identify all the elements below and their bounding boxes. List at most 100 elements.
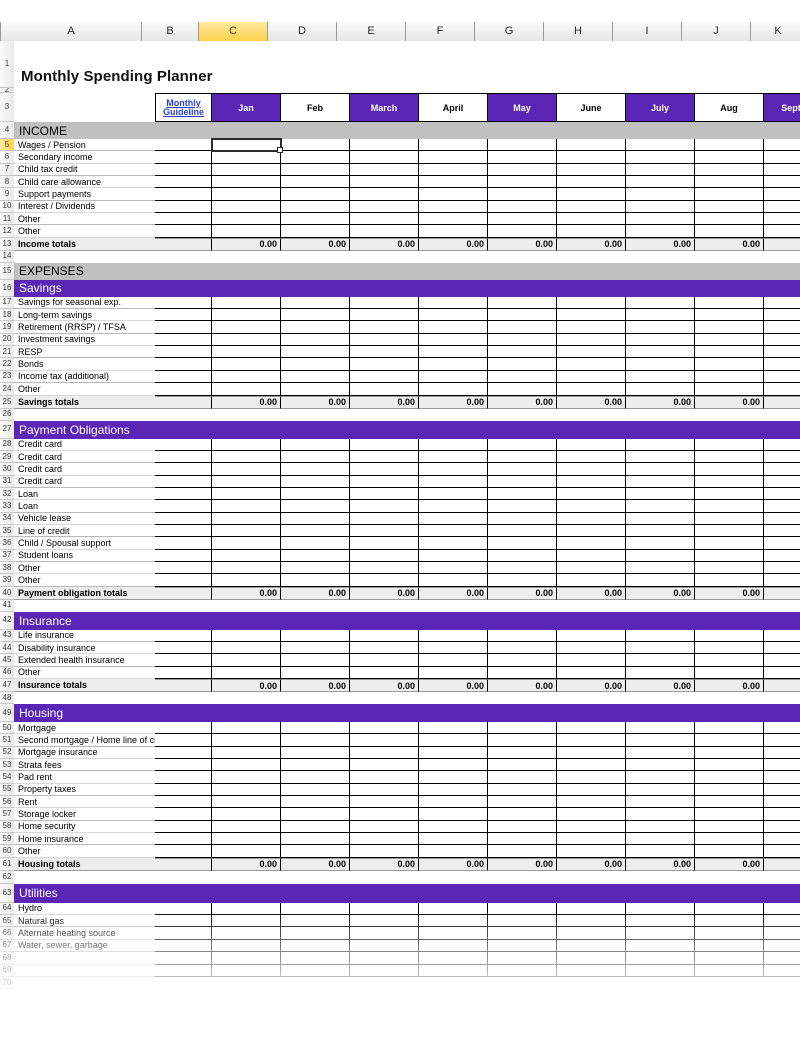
input-aug-67[interactable] [695, 939, 764, 953]
input-april-67[interactable] [419, 939, 488, 953]
row-header-65[interactable]: 65 [0, 915, 14, 928]
row-header-25[interactable]: 25 [0, 395, 14, 409]
totals-sept-13[interactable] [764, 237, 800, 251]
input-june-64[interactable] [557, 902, 626, 916]
input-july-56[interactable] [626, 796, 695, 809]
input-jan-57[interactable] [212, 808, 281, 821]
input-aug-32[interactable] [695, 487, 764, 501]
input-april-20[interactable] [419, 333, 488, 347]
column-header-h[interactable]: H [544, 22, 613, 41]
input-sept-58[interactable] [764, 820, 800, 834]
input-sept-19[interactable] [764, 321, 800, 334]
input-march-17[interactable] [350, 296, 419, 310]
input-march-53[interactable] [350, 759, 419, 772]
input-july-68[interactable] [626, 952, 695, 965]
input-may-60[interactable] [488, 845, 557, 858]
input-jan-8[interactable] [212, 176, 281, 189]
input-april-44[interactable] [419, 641, 488, 655]
input-jan-34[interactable] [212, 512, 281, 525]
input-april-21[interactable] [419, 346, 488, 359]
totals-aug-61[interactable]: 0.00 [695, 857, 764, 871]
input-march-24[interactable] [350, 383, 419, 396]
input-may-8[interactable] [488, 176, 557, 189]
input-june-69[interactable] [557, 964, 626, 977]
input-feb-51[interactable] [281, 734, 350, 747]
input-jan-52[interactable] [212, 746, 281, 760]
totals-guideline-25[interactable] [155, 395, 212, 409]
input-june-68[interactable] [557, 952, 626, 965]
totals-march-47[interactable]: 0.00 [350, 679, 419, 692]
input-feb-55[interactable] [281, 783, 350, 797]
row-header-17[interactable]: 17 [0, 296, 14, 310]
input-march-32[interactable] [350, 487, 419, 501]
column-header-g[interactable]: G [475, 22, 544, 41]
input-july-59[interactable] [626, 833, 695, 846]
input-guideline-18[interactable] [155, 309, 212, 322]
input-july-17[interactable] [626, 296, 695, 310]
input-may-68[interactable] [488, 952, 557, 965]
input-feb-11[interactable] [281, 213, 350, 226]
input-aug-10[interactable] [695, 200, 764, 214]
input-march-55[interactable] [350, 783, 419, 797]
input-aug-54[interactable] [695, 771, 764, 784]
input-guideline-30[interactable] [155, 463, 212, 476]
input-march-9[interactable] [350, 188, 419, 201]
input-may-22[interactable] [488, 358, 557, 371]
input-april-43[interactable] [419, 629, 488, 642]
input-feb-22[interactable] [281, 358, 350, 371]
input-jan-59[interactable] [212, 833, 281, 846]
input-march-31[interactable] [350, 475, 419, 488]
input-aug-12[interactable] [695, 225, 764, 238]
input-may-58[interactable] [488, 820, 557, 834]
column-header-f[interactable]: F [406, 22, 475, 41]
input-sept-28[interactable] [764, 438, 800, 451]
totals-aug-47[interactable]: 0.00 [695, 679, 764, 692]
input-july-9[interactable] [626, 188, 695, 201]
input-aug-66[interactable] [695, 927, 764, 940]
input-march-51[interactable] [350, 734, 419, 747]
row-header-39[interactable]: 39 [0, 574, 14, 587]
row-header-38[interactable]: 38 [0, 561, 14, 575]
input-guideline-50[interactable] [155, 722, 212, 735]
input-jan-35[interactable] [212, 524, 281, 538]
input-feb-43[interactable] [281, 629, 350, 642]
input-june-17[interactable] [557, 296, 626, 310]
input-june-55[interactable] [557, 783, 626, 797]
totals-guideline-13[interactable] [155, 237, 212, 251]
input-april-60[interactable] [419, 845, 488, 858]
input-april-50[interactable] [419, 722, 488, 735]
input-aug-57[interactable] [695, 808, 764, 821]
input-guideline-45[interactable] [155, 654, 212, 667]
input-feb-12[interactable] [281, 225, 350, 238]
row-header-35[interactable]: 35 [0, 524, 14, 538]
input-feb-58[interactable] [281, 820, 350, 834]
input-sept-60[interactable] [764, 845, 800, 858]
input-may-65[interactable] [488, 915, 557, 928]
input-jan-50[interactable] [212, 722, 281, 735]
input-aug-65[interactable] [695, 915, 764, 928]
input-aug-59[interactable] [695, 833, 764, 846]
input-march-29[interactable] [350, 450, 419, 464]
input-march-21[interactable] [350, 346, 419, 359]
input-guideline-52[interactable] [155, 746, 212, 760]
input-aug-30[interactable] [695, 463, 764, 476]
input-july-51[interactable] [626, 734, 695, 747]
input-may-50[interactable] [488, 722, 557, 735]
input-april-31[interactable] [419, 475, 488, 488]
row-header-8[interactable]: 8 [0, 176, 14, 189]
input-april-8[interactable] [419, 176, 488, 189]
input-feb-33[interactable] [281, 500, 350, 513]
input-may-64[interactable] [488, 902, 557, 916]
input-june-60[interactable] [557, 845, 626, 858]
row-header-59[interactable]: 59 [0, 833, 14, 846]
input-june-20[interactable] [557, 333, 626, 347]
input-jan-9[interactable] [212, 188, 281, 201]
input-guideline-69[interactable] [155, 964, 212, 977]
input-jan-33[interactable] [212, 500, 281, 513]
totals-sept-61[interactable] [764, 857, 800, 871]
totals-may-13[interactable]: 0.00 [488, 237, 557, 251]
input-june-30[interactable] [557, 463, 626, 476]
row-header-26[interactable]: 26 [0, 408, 14, 421]
input-march-58[interactable] [350, 820, 419, 834]
totals-guideline-40[interactable] [155, 586, 212, 600]
